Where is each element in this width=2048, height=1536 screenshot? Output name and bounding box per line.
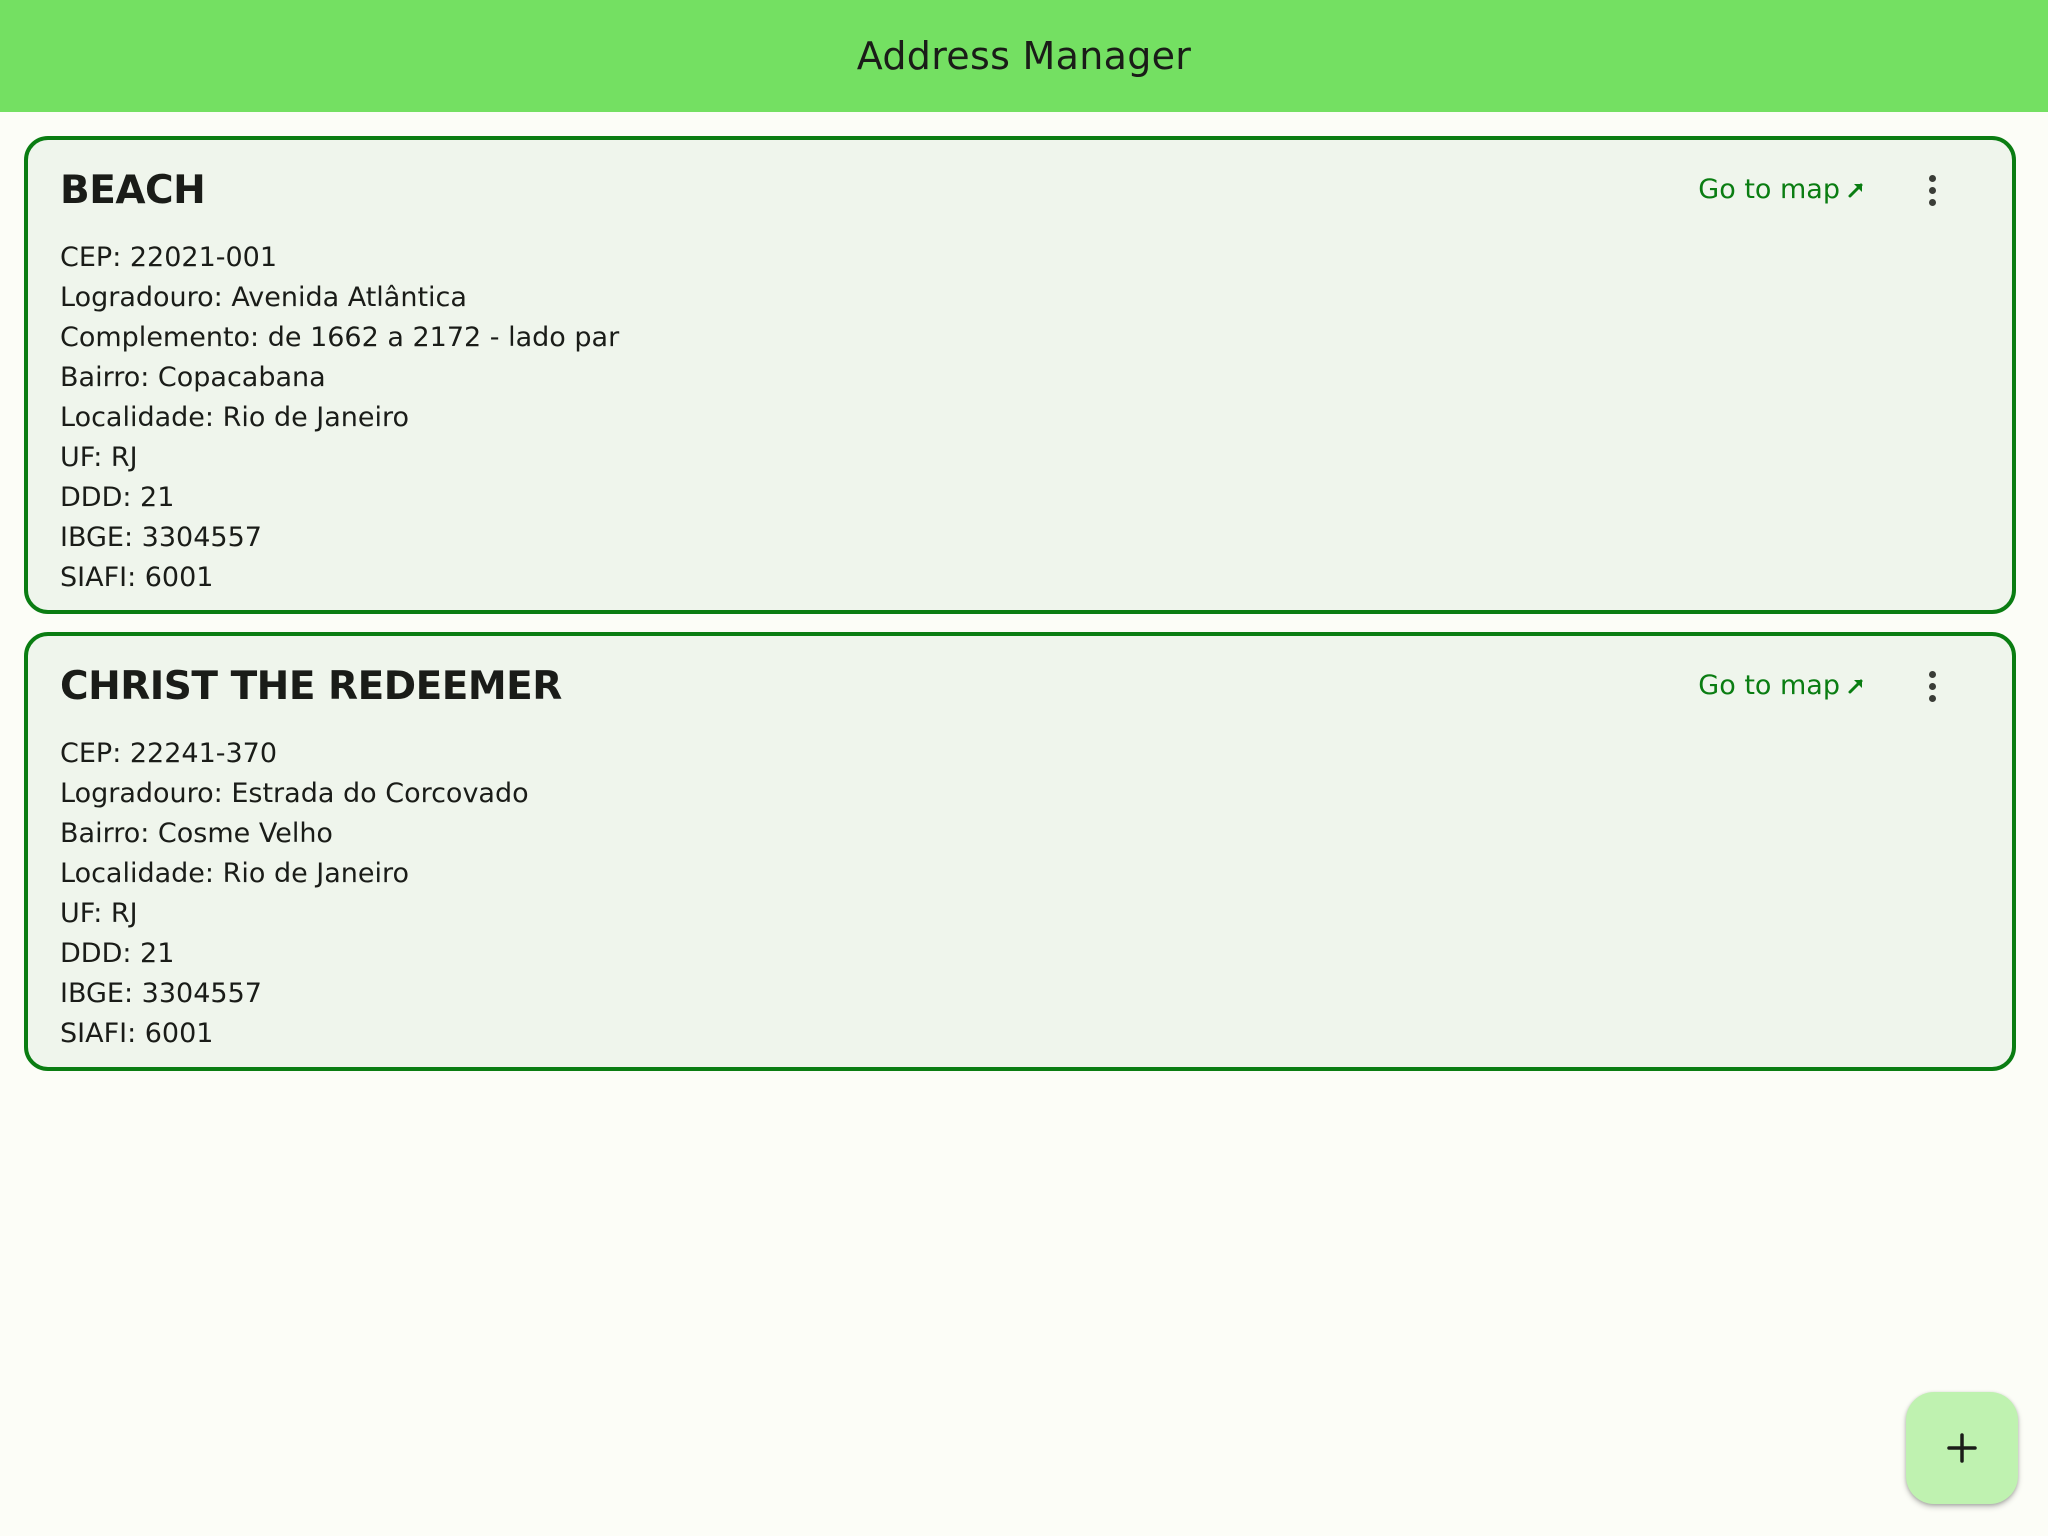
field-ibge: IBGE: 3304557 [60,978,262,1009]
go-to-map-label: Go to map [1698,670,1840,701]
address-fields: CEP: 22241-370 Logradouro: Estrada do Co… [60,734,529,1054]
add-address-button[interactable] [1906,1392,2018,1504]
field-bairro: Bairro: Copacabana [60,362,326,393]
app-title: Address Manager [856,34,1192,78]
field-siafi: SIAFI: 6001 [60,562,214,593]
field-cep: CEP: 22241-370 [60,738,278,769]
field-logradouro: Logradouro: Avenida Atlântica [60,282,467,313]
field-complemento: Complemento: de 1662 a 2172 - lado par [60,322,620,353]
plus-icon [1945,1431,1979,1465]
field-uf: UF: RJ [60,898,138,929]
address-card: CHRIST THE REDEEMER Go to map CEP: 22241… [24,632,2016,1071]
go-to-map-link[interactable]: Go to map [1698,670,1866,701]
field-ibge: IBGE: 3304557 [60,522,262,553]
more-vert-icon [1928,174,1936,182]
field-logradouro: Logradouro: Estrada do Corcovado [60,778,529,809]
address-fields: CEP: 22021-001 Logradouro: Avenida Atlân… [60,238,619,598]
field-localidade: Localidade: Rio de Janeiro [60,402,410,433]
more-vert-icon [1928,670,1936,678]
field-localidade: Localidade: Rio de Janeiro [60,858,410,889]
address-card: BEACH Go to map CEP: 22021-001 Logradour… [24,136,2016,614]
field-siafi: SIAFI: 6001 [60,1018,214,1049]
go-to-map-label: Go to map [1698,174,1840,205]
field-cep: CEP: 22021-001 [60,242,278,273]
go-to-map-link[interactable]: Go to map [1698,174,1866,205]
arrow-outward-icon [1846,180,1866,200]
card-title: BEACH [60,168,206,213]
field-ddd: DDD: 21 [60,482,175,513]
arrow-outward-icon [1846,676,1866,696]
card-title: CHRIST THE REDEEMER [60,664,562,709]
field-uf: UF: RJ [60,442,138,473]
more-options-button[interactable] [1916,666,1948,706]
field-ddd: DDD: 21 [60,938,175,969]
more-options-button[interactable] [1916,170,1948,210]
app-bar: Address Manager [0,0,2048,112]
field-bairro: Bairro: Cosme Velho [60,818,333,849]
